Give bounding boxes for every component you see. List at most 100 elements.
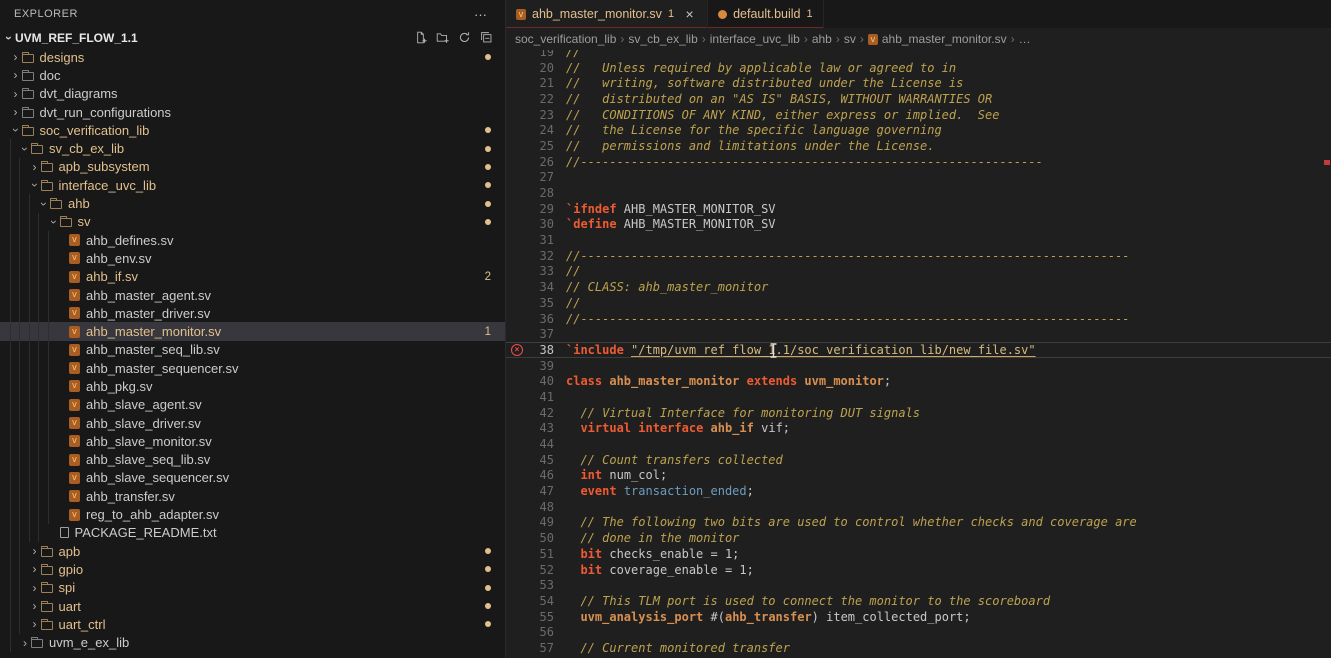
chevron-collapsed-icon[interactable]: › — [29, 563, 41, 575]
refresh-icon[interactable] — [458, 31, 471, 44]
chevron-collapsed-icon[interactable]: › — [29, 161, 41, 173]
code-line-25[interactable]: 25// permissions and limitations under t… — [506, 138, 1331, 154]
code-line-39[interactable]: 39 — [506, 358, 1331, 374]
code-line-57[interactable]: 57 // Current monitored transfer — [506, 640, 1331, 656]
tree-folder-soc_verification_lib[interactable]: ›soc_verification_lib — [0, 121, 505, 139]
tree-file-ahb_slave_sequencer.sv[interactable]: ahb_slave_sequencer.sv — [0, 469, 505, 487]
code-line-27[interactable]: 27 — [506, 170, 1331, 186]
tree-folder-spi[interactable]: ›spi — [0, 579, 505, 597]
tree-file-ahb_master_agent.sv[interactable]: ahb_master_agent.sv — [0, 286, 505, 304]
tree-folder-sv[interactable]: ›sv — [0, 213, 505, 231]
tree-folder-apb_subsystem[interactable]: ›apb_subsystem — [0, 158, 505, 176]
tree-file-ahb_if.sv[interactable]: ahb_if.sv2 — [0, 268, 505, 286]
collapse-all-icon[interactable] — [480, 31, 493, 44]
code-line-52[interactable]: 52 bit coverage_enable = 1; — [506, 562, 1331, 578]
code-line-32[interactable]: 32//------------------------------------… — [506, 248, 1331, 264]
tree-folder-gpio[interactable]: ›gpio — [0, 560, 505, 578]
tree-folder-uart[interactable]: ›uart — [0, 597, 505, 615]
tree-folder-dvt_run_configurations[interactable]: ›dvt_run_configurations — [0, 103, 505, 121]
code-line-24[interactable]: 24// the License for the specific langua… — [506, 122, 1331, 138]
code-line-56[interactable]: 56 — [506, 624, 1331, 640]
code-line-29[interactable]: 29`ifndef AHB_MASTER_MONITOR_SV — [506, 201, 1331, 217]
tree-folder-sv_cb_ex_lib[interactable]: ›sv_cb_ex_lib — [0, 139, 505, 157]
breadcrumb-item-sv_cb_ex_lib[interactable]: sv_cb_ex_lib — [628, 32, 697, 46]
breadcrumb-item-ahb[interactable]: ahb — [812, 32, 832, 46]
tree-file-ahb_master_sequencer.sv[interactable]: ahb_master_sequencer.sv — [0, 359, 505, 377]
code-line-48[interactable]: 48 — [506, 499, 1331, 515]
overview-ruler[interactable] — [1322, 50, 1331, 658]
breadcrumb-item-interface_uvc_lib[interactable]: interface_uvc_lib — [710, 32, 800, 46]
tree-folder-apb[interactable]: ›apb — [0, 542, 505, 560]
code-line-30[interactable]: 30`define AHB_MASTER_MONITOR_SV — [506, 217, 1331, 233]
close-icon[interactable]: × — [682, 6, 697, 22]
chevron-collapsed-icon[interactable]: › — [10, 51, 22, 63]
code-line-28[interactable]: 28 — [506, 185, 1331, 201]
chevron-collapsed-icon[interactable]: › — [29, 600, 41, 612]
breadcrumb-symbol-ellipsis[interactable]: … — [1019, 32, 1031, 46]
explorer-more-actions-icon[interactable]: ··· — [468, 7, 493, 22]
tab-default.build[interactable]: default.build1 — [708, 0, 824, 28]
tree-file-ahb_slave_driver.sv[interactable]: ahb_slave_driver.sv — [0, 414, 505, 432]
code-line-34[interactable]: 34// CLASS: ahb_master_monitor — [506, 279, 1331, 295]
code-line-40[interactable]: 40class ahb_master_monitor extends uvm_m… — [506, 373, 1331, 389]
tree-folder-doc[interactable]: ›doc — [0, 66, 505, 84]
new-folder-icon[interactable] — [436, 31, 449, 44]
chevron-collapsed-icon[interactable]: › — [10, 88, 22, 100]
chevron-expanded-icon[interactable]: › — [10, 124, 22, 136]
breadcrumb-item-soc_verification_lib[interactable]: soc_verification_lib — [515, 32, 616, 46]
code-line-37[interactable]: 37 — [506, 326, 1331, 342]
tree-file-ahb_slave_monitor.sv[interactable]: ahb_slave_monitor.sv — [0, 432, 505, 450]
code-line-21[interactable]: 21// writing, software distributed under… — [506, 75, 1331, 91]
chevron-collapsed-icon[interactable]: › — [29, 618, 41, 630]
tree-folder-ahb[interactable]: ›ahb — [0, 194, 505, 212]
code-line-35[interactable]: 35// — [506, 295, 1331, 311]
chevron-collapsed-icon[interactable]: › — [10, 106, 22, 118]
code-line-53[interactable]: 53 — [506, 577, 1331, 593]
tree-file-ahb_transfer.sv[interactable]: ahb_transfer.sv — [0, 487, 505, 505]
new-file-icon[interactable] — [414, 31, 427, 44]
code-line-50[interactable]: 50 // done in the monitor — [506, 530, 1331, 546]
tree-file-reg_to_ahb_adapter.sv[interactable]: reg_to_ahb_adapter.sv — [0, 505, 505, 523]
chevron-expanded-icon[interactable]: › — [38, 198, 50, 210]
code-line-47[interactable]: 47 event transaction_ended; — [506, 483, 1331, 499]
tree-folder-interface_uvc_lib[interactable]: ›interface_uvc_lib — [0, 176, 505, 194]
code-line-26[interactable]: 26//------------------------------------… — [506, 154, 1331, 170]
breadcrumb-item-file[interactable]: ahb_master_monitor.sv — [882, 32, 1007, 46]
code-line-33[interactable]: 33// — [506, 264, 1331, 280]
code-line-46[interactable]: 46 int num_col; — [506, 468, 1331, 484]
tree-file-ahb_slave_seq_lib.sv[interactable]: ahb_slave_seq_lib.sv — [0, 451, 505, 469]
code-line-55[interactable]: 55 uvm_analysis_port #(ahb_transfer) ite… — [506, 609, 1331, 625]
code-line-31[interactable]: 31 — [506, 232, 1331, 248]
code-line-41[interactable]: 41 — [506, 389, 1331, 405]
explorer-root-section[interactable]: › UVM_REF_FLOW_1.1 — [0, 28, 505, 47]
tree-file-ahb_defines.sv[interactable]: ahb_defines.sv — [0, 231, 505, 249]
code-line-23[interactable]: 23// CONDITIONS OF ANY KIND, either expr… — [506, 107, 1331, 123]
code-line-44[interactable]: 44 — [506, 436, 1331, 452]
code-line-22[interactable]: 22// distributed on an "AS IS" BASIS, WI… — [506, 91, 1331, 107]
tree-file-ahb_master_driver.sv[interactable]: ahb_master_driver.sv — [0, 304, 505, 322]
code-line-20[interactable]: 20// Unless required by applicable law o… — [506, 60, 1331, 76]
chevron-expanded-icon[interactable]: › — [48, 216, 60, 228]
code-line-49[interactable]: 49 // The following two bits are used to… — [506, 515, 1331, 531]
tree-file-ahb_master_seq_lib.sv[interactable]: ahb_master_seq_lib.sv — [0, 341, 505, 359]
tree-folder-dvt_diagrams[interactable]: ›dvt_diagrams — [0, 85, 505, 103]
chevron-collapsed-icon[interactable]: › — [29, 582, 41, 594]
tree-file-ahb_env.sv[interactable]: ahb_env.sv — [0, 249, 505, 267]
code-line-42[interactable]: 42 // Virtual Interface for monitoring D… — [506, 405, 1331, 421]
code-line-38[interactable]: ×38`include "/tmp/uvm_ref_flow_1.1/soc_v… — [506, 342, 1331, 358]
tree-file-ahb_master_monitor.sv[interactable]: ahb_master_monitor.sv1 — [0, 322, 505, 340]
chevron-expanded-icon[interactable]: › — [3, 32, 15, 44]
code-line-36[interactable]: 36//------------------------------------… — [506, 311, 1331, 327]
tree-folder-uart_ctrl[interactable]: ›uart_ctrl — [0, 615, 505, 633]
chevron-collapsed-icon[interactable]: › — [29, 545, 41, 557]
code-line-45[interactable]: 45 // Count transfers collected — [506, 452, 1331, 468]
chevron-collapsed-icon[interactable]: › — [10, 69, 22, 81]
code-line-54[interactable]: 54 // This TLM port is used to connect t… — [506, 593, 1331, 609]
breadcrumb-item-sv[interactable]: sv — [844, 32, 856, 46]
chevron-expanded-icon[interactable]: › — [29, 179, 41, 191]
code-editor[interactable]: 19//20// Unless required by applicable l… — [506, 50, 1331, 658]
code-line-51[interactable]: 51 bit checks_enable = 1; — [506, 546, 1331, 562]
code-line-19[interactable]: 19// — [506, 50, 1331, 60]
tree-folder-designs[interactable]: ›designs — [0, 48, 505, 66]
tree-file-ahb_pkg.sv[interactable]: ahb_pkg.sv — [0, 377, 505, 395]
